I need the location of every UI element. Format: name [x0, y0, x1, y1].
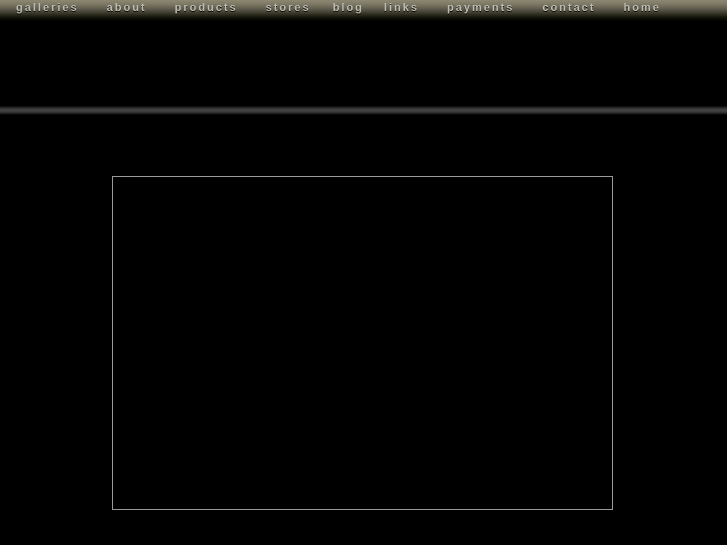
nav-item-links[interactable]: links: [384, 0, 419, 21]
nav-link-stores[interactable]: stores: [266, 0, 311, 21]
photo-frame[interactable]: [112, 176, 613, 510]
nav-link-galleries[interactable]: galleries: [16, 0, 79, 21]
nav-link-products[interactable]: products: [175, 0, 238, 21]
header-divider: [0, 106, 727, 115]
nav-link-contact[interactable]: contact: [542, 0, 595, 21]
nav-item-galleries[interactable]: galleries: [16, 0, 79, 21]
main-content-area: [0, 115, 727, 545]
nav-item-payments[interactable]: payments: [447, 0, 514, 21]
nav-item-stores[interactable]: stores: [266, 0, 311, 21]
nav-item-home[interactable]: home: [623, 0, 660, 21]
nav-item-blog[interactable]: blog: [333, 0, 364, 21]
nav-item-products[interactable]: products: [175, 0, 238, 21]
gallery-image[interactable]: [113, 177, 612, 509]
nav-link-about[interactable]: about: [107, 0, 147, 21]
nav-link-home[interactable]: home: [623, 0, 660, 21]
top-navigation-bar: galleries about products stores blog lin…: [0, 0, 727, 21]
nav-list: galleries about products stores blog lin…: [0, 0, 727, 21]
nav-link-links[interactable]: links: [384, 0, 419, 21]
nav-link-payments[interactable]: payments: [447, 0, 514, 21]
nav-item-contact[interactable]: contact: [542, 0, 595, 21]
nav-item-about[interactable]: about: [107, 0, 147, 21]
nav-link-blog[interactable]: blog: [333, 0, 364, 21]
